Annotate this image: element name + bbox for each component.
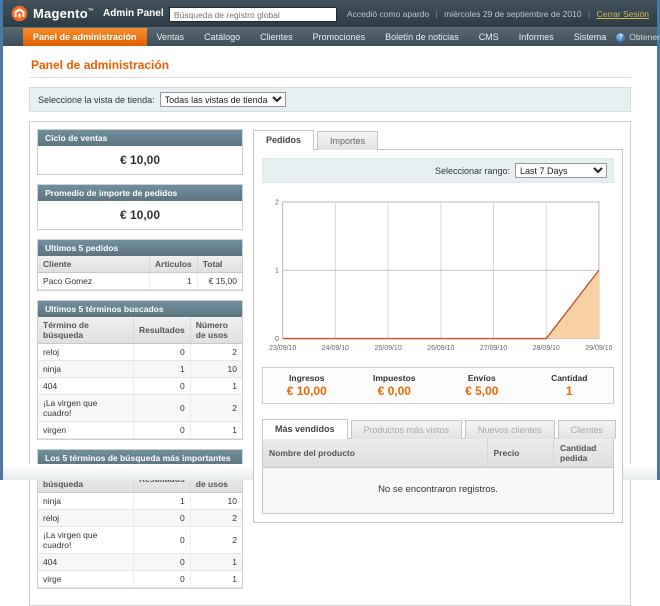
nav-item[interactable]: Promociones	[303, 28, 376, 46]
tab[interactable]: Importes	[317, 131, 378, 150]
nav-item[interactable]: Ventas	[147, 28, 195, 46]
svg-text:24/09/10: 24/09/10	[322, 345, 349, 352]
header-meta: Accedió como apardo | miércoles 29 de se…	[347, 9, 649, 19]
nav-item[interactable]: Sistema	[564, 28, 617, 46]
bestsellers-grid: Nombre del productoPrecioCantidad pedida…	[262, 438, 614, 514]
table-row: ¡La virgen que cuadro!02	[38, 527, 242, 554]
average-orders-value: € 10,00	[38, 201, 242, 229]
nav-items: Panel de administraciónVentasCatálogoCli…	[23, 28, 616, 46]
table-row: virge01	[38, 571, 242, 588]
logged-in-as: Accedió como apardo	[347, 9, 429, 19]
lifetime-sales-value: € 10,00	[38, 146, 242, 174]
average-orders-title: Promedio de importe de pedidos	[38, 185, 242, 201]
column-header: Resultados	[133, 317, 190, 344]
column-header: Cliente	[38, 256, 149, 273]
top-search-terms-table: Término de búsquedaResultadosNúmero de u…	[38, 466, 242, 588]
chart-tabs: PedidosImportes	[253, 129, 623, 149]
nav-item[interactable]: Informes	[509, 28, 564, 46]
total-cantidad: Cantidad1	[526, 373, 614, 398]
orders-chart: 0 1 2 23/09/10 24/09/10 25/09/10 26/09/10 27/09…	[262, 183, 614, 359]
tab[interactable]: Clientes	[558, 420, 617, 439]
global-search	[169, 5, 337, 23]
total-ingresos: Ingresos€ 10,00	[263, 373, 351, 398]
nav-item[interactable]: Catálogo	[194, 28, 250, 46]
tab[interactable]: Nuevos clientes	[465, 420, 555, 439]
grid-column-header: Cantidad pedida	[554, 439, 614, 468]
tab[interactable]: Productos más vistos	[351, 420, 463, 439]
column-header: Artículos	[149, 256, 197, 273]
range-toolbar: Seleccionar rango: Last 7 Days	[262, 158, 614, 183]
last-orders-title: Ultimos 5 pedidos	[38, 240, 242, 256]
column-header: Número de usos	[190, 317, 242, 344]
dashboard-main: PedidosImportes Seleccionar rango: Last …	[253, 129, 623, 598]
main-nav: Panel de administraciónVentasCatálogoCli…	[3, 27, 657, 46]
magento-logo-icon	[11, 5, 28, 22]
last-search-terms-table: Término de búsquedaResultadosNúmero de u…	[38, 317, 242, 439]
help-link[interactable]: ? Obtener ayuda para esta página	[616, 28, 660, 46]
dashboard-container: Ciclo de ventas € 10,00 Promedio de impo…	[29, 121, 631, 606]
total-impuestos: Impuestos€ 0,00	[351, 373, 439, 398]
range-label: Seleccionar rango:	[435, 166, 510, 176]
bestsellers-table: Nombre del productoPrecioCantidad pedida…	[263, 439, 613, 513]
svg-text:2: 2	[275, 199, 279, 206]
orders-panel: Seleccionar rango: Last 7 Days 0 1 2 23/09/…	[253, 149, 623, 523]
last-orders-table: ClienteArtículosTotalPaco Gomez1€ 15,00	[38, 256, 242, 290]
column-header: Término de búsqueda	[38, 317, 133, 344]
grid-column-header: Nombre del producto	[263, 439, 487, 468]
total-envíos: Envíos€ 5,00	[438, 373, 526, 398]
grid-tabs: Más vendidosProductos más vistosNuevos c…	[262, 418, 614, 438]
current-date: miércoles 29 de septiembre de 2010	[444, 9, 582, 19]
tab[interactable]: Pedidos	[253, 130, 314, 150]
nav-item[interactable]: Panel de administración	[23, 28, 147, 46]
svg-text:23/09/10: 23/09/10	[269, 345, 296, 352]
svg-text:28/09/10: 28/09/10	[533, 345, 560, 352]
store-switcher: Seleccione la vista de tienda: Todas las…	[29, 87, 631, 112]
svg-text:25/09/10: 25/09/10	[374, 345, 401, 352]
table-row: reloj02	[38, 510, 242, 527]
orders-chart-svg: 0 1 2 23/09/10 24/09/10 25/09/10 26/09/10 27/09…	[264, 189, 612, 359]
dashboard-sidebar: Ciclo de ventas € 10,00 Promedio de impo…	[37, 129, 243, 598]
magento-logo[interactable]: Magento™ Admin Panel	[11, 5, 164, 22]
global-search-input[interactable]	[169, 7, 337, 22]
last-orders-box: Ultimos 5 pedidos ClienteArtículosTotalP…	[37, 239, 243, 291]
table-row: reloj02	[38, 344, 242, 361]
nav-item[interactable]: Clientes	[250, 28, 303, 46]
svg-text:1: 1	[275, 268, 279, 275]
title-divider	[29, 77, 631, 78]
brand-suffix: Admin Panel	[103, 8, 164, 19]
nav-item[interactable]: Boletín de noticias	[375, 28, 469, 46]
empty-row: No se encontraron registros.	[263, 468, 613, 514]
store-switcher-select[interactable]: Todas las vistas de tienda	[160, 92, 286, 107]
table-row: 40401	[38, 554, 242, 571]
tab[interactable]: Más vendidos	[262, 419, 348, 439]
store-switcher-label: Seleccione la vista de tienda:	[38, 95, 155, 105]
svg-text:29/09/10: 29/09/10	[585, 345, 612, 352]
svg-text:26/09/10: 26/09/10	[427, 345, 454, 352]
last-search-terms-box: Ultimos 5 términos buscados Término de b…	[37, 300, 243, 440]
table-row: ¡La virgen que cuadro!02	[38, 395, 242, 422]
lifetime-sales-title: Ciclo de ventas	[38, 130, 242, 146]
brand-name: Magento™	[33, 6, 94, 21]
page-title: Panel de administración	[31, 58, 631, 72]
table-row: virgen01	[38, 422, 242, 439]
svg-text:0: 0	[275, 336, 279, 343]
nav-item[interactable]: CMS	[469, 28, 509, 46]
svg-text:27/09/10: 27/09/10	[480, 345, 507, 352]
lifetime-sales-box: Ciclo de ventas € 10,00	[37, 129, 243, 175]
table-row: 40401	[38, 378, 242, 395]
logout-link[interactable]: Cerrar Sesión	[597, 9, 649, 19]
range-select[interactable]: Last 7 Days	[515, 163, 607, 178]
empty-message: No se encontraron registros.	[263, 468, 613, 514]
average-orders-box: Promedio de importe de pedidos € 10,00	[37, 184, 243, 230]
header-bar: Magento™ Admin Panel Accedió como apardo…	[3, 0, 657, 27]
totals-strip: Ingresos€ 10,00Impuestos€ 0,00Envíos€ 5,…	[262, 367, 614, 404]
table-row: ninja110	[38, 361, 242, 378]
last-search-terms-title: Ultimos 5 términos buscados	[38, 301, 242, 317]
table-row: Paco Gomez1€ 15,00	[38, 273, 242, 290]
column-header: Total	[197, 256, 242, 273]
help-icon: ?	[616, 33, 625, 42]
grid-column-header: Precio	[487, 439, 554, 468]
table-row: ninja110	[38, 493, 242, 510]
